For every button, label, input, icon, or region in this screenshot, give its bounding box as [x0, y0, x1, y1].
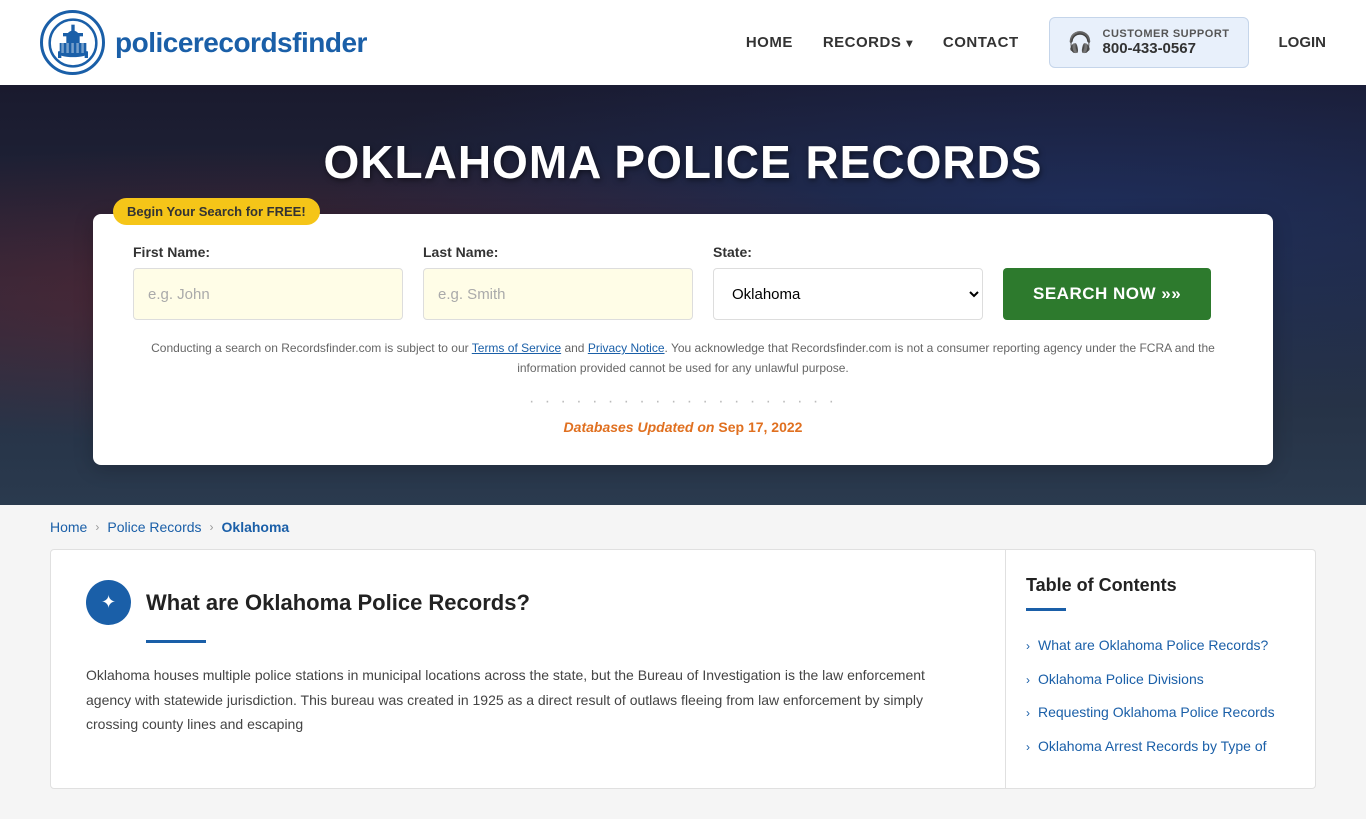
login-button[interactable]: LOGIN	[1279, 34, 1327, 51]
nav-contact[interactable]: CONTACT	[943, 34, 1019, 51]
state-select[interactable]: Oklahoma Alabama Alaska Arizona Californ…	[713, 268, 983, 320]
sidebar-toc: Table of Contents › What are Oklahoma Po…	[1006, 549, 1316, 789]
state-label: State:	[713, 244, 983, 260]
logo[interactable]: policerecordsfinder	[40, 10, 367, 75]
toc-item-3[interactable]: › Requesting Oklahoma Police Records	[1026, 696, 1295, 730]
first-name-input[interactable]	[133, 268, 403, 320]
divider-dots: · · · · · · · · · · · · · · · · · · · ·	[133, 393, 1233, 411]
hero-title: OKLAHOMA POLICE RECORDS	[324, 135, 1043, 189]
free-badge: Begin Your Search for FREE!	[113, 198, 320, 225]
main-nav: HOME RECORDS CONTACT 🎧 CUSTOMER SUPPORT …	[746, 17, 1326, 68]
toc-item-label-4: Oklahoma Arrest Records by Type of	[1038, 737, 1267, 757]
search-card: Begin Your Search for FREE! First Name: …	[93, 214, 1273, 465]
logo-text: policerecordsfinder	[115, 27, 367, 59]
support-text: CUSTOMER SUPPORT 800-433-0567	[1103, 28, 1230, 57]
disclaimer-text: Conducting a search on Recordsfinder.com…	[133, 338, 1233, 379]
toc-item-label-1: What are Oklahoma Police Records?	[1038, 636, 1268, 656]
logo-icon	[40, 10, 105, 75]
privacy-link[interactable]: Privacy Notice	[588, 341, 665, 355]
toc-item-label-3: Requesting Oklahoma Police Records	[1038, 703, 1275, 723]
breadcrumb-current: Oklahoma	[222, 519, 290, 535]
nav-home[interactable]: HOME	[746, 34, 793, 51]
section-header: ✦ What are Oklahoma Police Records?	[86, 580, 970, 625]
section-title: What are Oklahoma Police Records?	[146, 590, 530, 616]
toc-item-1[interactable]: › What are Oklahoma Police Records?	[1026, 629, 1295, 663]
main-content: ✦ What are Oklahoma Police Records? Okla…	[50, 549, 1006, 789]
chevron-icon-1: ›	[1026, 638, 1030, 655]
search-now-button[interactable]: SEARCH NOW »»	[1003, 268, 1211, 320]
content-area: ✦ What are Oklahoma Police Records? Okla…	[0, 549, 1366, 819]
support-label: CUSTOMER SUPPORT	[1103, 28, 1230, 40]
db-updated: Databases Updated on Sep 17, 2022	[133, 419, 1233, 435]
toc-title: Table of Contents	[1026, 575, 1295, 596]
section-underline	[146, 640, 206, 643]
nav-records[interactable]: RECORDS	[823, 34, 913, 51]
site-header: policerecordsfinder HOME RECORDS CONTACT…	[0, 0, 1366, 85]
chevron-icon-2: ›	[1026, 672, 1030, 689]
breadcrumb-home[interactable]: Home	[50, 519, 87, 535]
toc-underline	[1026, 608, 1066, 611]
last-name-label: Last Name:	[423, 244, 693, 260]
first-name-label: First Name:	[133, 244, 403, 260]
customer-support-button[interactable]: 🎧 CUSTOMER SUPPORT 800-433-0567	[1049, 17, 1249, 68]
hero-section: OKLAHOMA POLICE RECORDS Begin Your Searc…	[0, 85, 1366, 505]
breadcrumb-sep-2: ›	[210, 520, 214, 534]
section-icon: ✦	[86, 580, 131, 625]
chevron-icon-4: ›	[1026, 739, 1030, 756]
toc-item-2[interactable]: › Oklahoma Police Divisions	[1026, 663, 1295, 697]
toc-item-4[interactable]: › Oklahoma Arrest Records by Type of	[1026, 730, 1295, 764]
body-text: Oklahoma houses multiple police stations…	[86, 663, 970, 737]
db-updated-date: Sep 17, 2022	[718, 419, 802, 435]
last-name-group: Last Name:	[423, 244, 693, 320]
toc-item-label-2: Oklahoma Police Divisions	[1038, 670, 1204, 690]
breadcrumb-sep-1: ›	[95, 520, 99, 534]
search-form: First Name: Last Name: State: Oklahoma A…	[133, 244, 1233, 320]
support-number: 800-433-0567	[1103, 40, 1230, 57]
headset-icon: 🎧	[1068, 30, 1093, 55]
breadcrumb: Home › Police Records › Oklahoma	[0, 505, 1366, 549]
chevron-icon-3: ›	[1026, 705, 1030, 722]
state-group: State: Oklahoma Alabama Alaska Arizona C…	[713, 244, 983, 320]
first-name-group: First Name:	[133, 244, 403, 320]
last-name-input[interactable]	[423, 268, 693, 320]
breadcrumb-police-records[interactable]: Police Records	[107, 519, 201, 535]
badge-icon: ✦	[101, 592, 116, 613]
tos-link[interactable]: Terms of Service	[472, 341, 561, 355]
